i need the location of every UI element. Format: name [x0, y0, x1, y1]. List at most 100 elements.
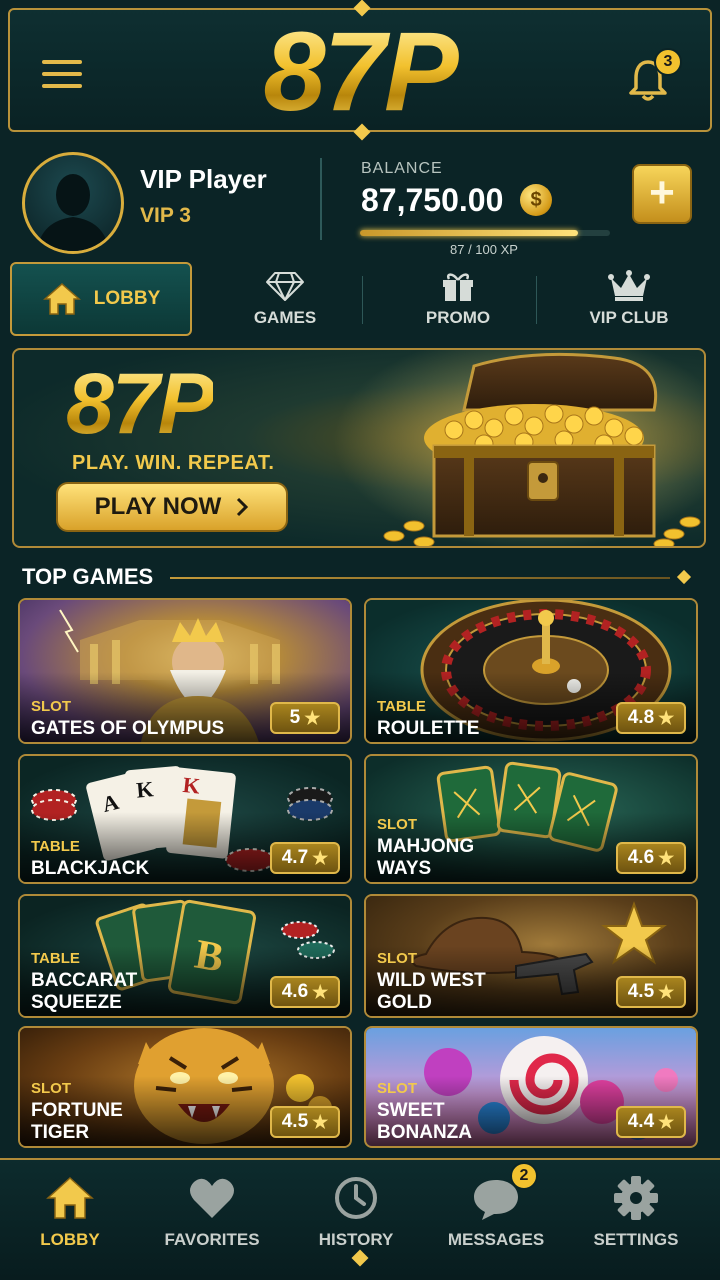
tab-divider [362, 276, 363, 324]
category-tabs: LOBBY GAMES PROMO VIP CLUB [10, 262, 710, 336]
play-now-label: PLAY NOW [94, 493, 222, 520]
svg-text:K: K [182, 772, 202, 799]
xp-progress-bar [360, 230, 610, 236]
game-card-baccarat-squeeze[interactable]: B TABLE BACCARAT SQUEEZE 4.6★ [18, 894, 352, 1018]
nav-label: LOBBY [40, 1230, 100, 1249]
game-category: SLOT [377, 816, 417, 833]
game-name-line: WAYS [377, 858, 432, 879]
nav-favorites[interactable]: FAVORITES [142, 1174, 282, 1264]
nav-label: MESSAGES [447, 1230, 545, 1249]
rating-value: 4.4 [627, 1111, 655, 1132]
section-divider [170, 577, 670, 579]
game-card-fortune-tiger[interactable]: SLOT FORTUNE TIGER 4.5 ★ [18, 1026, 352, 1148]
tab-label: GAMES [253, 308, 317, 327]
tab-games[interactable]: GAMES [200, 262, 370, 336]
game-name: BLACKJACK [31, 858, 150, 879]
user-silhouette-icon [37, 174, 109, 251]
nav-messages[interactable]: 2 MESSAGES [426, 1162, 566, 1264]
game-category: SLOT [377, 1080, 417, 1097]
heart-icon [186, 1174, 238, 1222]
game-name-line: BONANZA [377, 1122, 472, 1143]
home-icon [42, 282, 81, 315]
avatar[interactable] [22, 152, 124, 254]
notifications-button[interactable]: 3 [628, 48, 682, 102]
game-name-line: MAHJONG [377, 836, 475, 857]
tab-promo[interactable]: PROMO [374, 262, 542, 336]
diamond-icon [266, 272, 304, 301]
star-icon: ★ [312, 847, 329, 868]
rating-value: 4.5 [627, 981, 655, 1002]
game-name-line: TIGER [31, 1122, 90, 1143]
player-summary: VIP Player VIP 3 BALANCE 87,750.00 $ 87 … [0, 144, 720, 260]
game-card-blackjack[interactable]: A K K TABLE BLACKJACK 4.7 ★ [18, 754, 352, 884]
rating-value: 4.7 [281, 847, 309, 868]
game-category: TABLE [31, 838, 80, 855]
tab-label: LOBBY [93, 288, 161, 309]
game-card-gates-of-olympus[interactable]: SLOT GATES OF OLYMPUS 5 ★ [18, 598, 352, 744]
game-rating: 4.5 ★ [270, 1106, 340, 1138]
gift-icon [442, 273, 473, 301]
clock-icon [330, 1174, 382, 1222]
vip-level: VIP 3 [140, 204, 191, 227]
section-ornament [676, 569, 692, 585]
section-title: TOP GAMES [22, 564, 154, 589]
tab-vip-club[interactable]: VIP CLUB [548, 262, 710, 336]
chat-icon: 2 [470, 1162, 538, 1222]
star-icon: ★ [658, 1111, 675, 1132]
game-name-line: BACCARAT [31, 970, 138, 991]
game-rating: 4.4 ★ [616, 1106, 686, 1138]
player-name: VIP Player [140, 164, 267, 194]
notification-badge: 3 [654, 48, 682, 76]
game-category: SLOT [377, 950, 417, 967]
game-card-sweet-bonanza[interactable]: SLOT SWEET BONANZA 4.4 ★ [364, 1026, 698, 1148]
app-header: 87P 3 [8, 0, 712, 141]
game-category: TABLE [377, 698, 426, 715]
star-icon: ★ [658, 981, 675, 1002]
balance-label: BALANCE [361, 160, 443, 177]
nav-history[interactable]: HISTORY [286, 1174, 426, 1264]
gear-icon [610, 1174, 662, 1222]
game-card-mahjong-ways[interactable]: SLOT MAHJONG WAYS 4.6 ★ [364, 754, 698, 884]
promo-banner[interactable]: 87P PLAY. WIN. REPEAT. PLAY NOW [12, 348, 706, 548]
rating-value: 4.6 [627, 847, 655, 868]
game-rating: 4.6 ★ [616, 842, 686, 874]
banner-logo: 87P [66, 356, 215, 452]
game-rating: 4.5 ★ [616, 976, 686, 1008]
game-name-line: SWEET [377, 1100, 445, 1121]
game-rating: 4.8 ★ [616, 702, 686, 734]
game-name-line: SQUEEZE [31, 992, 122, 1013]
tab-label: VIP CLUB [589, 308, 669, 327]
xp-text: 87 / 100 XP [450, 242, 518, 257]
coin-icon: $ [520, 184, 552, 216]
tab-label: PROMO [425, 308, 491, 327]
messages-badge: 2 [510, 1162, 538, 1190]
game-card-roulette[interactable]: TABLE ROULETTE 4.8 ★ [364, 598, 698, 744]
add-funds-button[interactable]: + [632, 164, 692, 224]
tab-divider [536, 276, 537, 324]
game-name: SWEET BONANZA [377, 1100, 472, 1144]
nav-lobby[interactable]: LOBBY [0, 1174, 140, 1264]
game-name: MAHJONG WAYS [377, 836, 474, 880]
nav-label: HISTORY [318, 1230, 394, 1249]
game-name: FORTUNE TIGER [31, 1100, 123, 1144]
star-icon: ★ [312, 981, 329, 1002]
xp-progress-fill [360, 230, 578, 236]
rating-value: 4.5 [281, 1111, 309, 1132]
star-icon: ★ [304, 707, 321, 728]
divider [320, 158, 322, 240]
game-name: ROULETTE [377, 718, 480, 739]
nav-label: SETTINGS [593, 1230, 679, 1249]
crown-icon [607, 270, 650, 301]
game-rating: 4.6 ★ [270, 976, 340, 1008]
game-name-line: WILD WEST [377, 970, 486, 991]
play-now-button[interactable]: PLAY NOW [56, 482, 288, 532]
game-category: TABLE [31, 950, 80, 967]
chevron-right-icon [237, 497, 249, 517]
game-name-line: FORTUNE [31, 1100, 123, 1121]
balance-value: 87,750.00 [361, 182, 504, 218]
app-logo: 87P [10, 14, 710, 130]
game-card-wild-west-gold[interactable]: SLOT WILD WEST GOLD 4.5 ★ [364, 894, 698, 1018]
tab-lobby[interactable]: LOBBY [10, 262, 192, 336]
nav-settings[interactable]: SETTINGS [566, 1174, 706, 1264]
star-icon: ★ [658, 847, 675, 868]
